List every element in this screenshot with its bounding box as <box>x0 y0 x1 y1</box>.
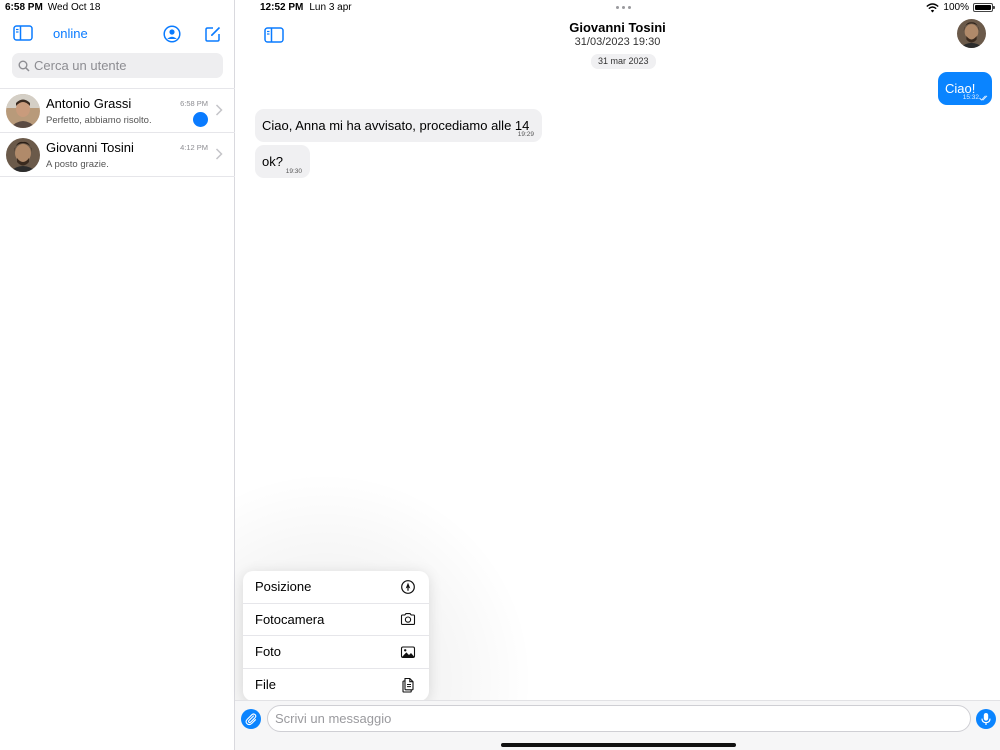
message-composer <box>235 700 1000 750</box>
conversation-list: Antonio Grassi Perfetto, abbiamo risolto… <box>0 88 235 177</box>
user-search <box>12 53 223 78</box>
chat-pane: 12:52 PM Lun 3 apr 100% Giovanni Tosini 3… <box>235 0 1000 750</box>
home-indicator[interactable] <box>501 743 736 747</box>
toggle-sidebar-button[interactable] <box>12 24 34 42</box>
online-status[interactable]: online <box>53 26 88 41</box>
camera-icon <box>400 613 416 626</box>
person-circle-icon <box>163 25 181 43</box>
status-time: 12:52 PM <box>260 2 304 13</box>
status-bar-left: 12:52 PM Lun 3 apr <box>260 2 352 13</box>
multitasking-dots-icon[interactable] <box>616 6 631 9</box>
photo-icon <box>400 646 416 658</box>
sidebar-toggle-icon <box>13 25 33 41</box>
conversation-preview: A posto grazie. <box>46 159 109 170</box>
file-icon <box>402 677 414 693</box>
message-bubble-incoming[interactable]: ok? 19:30 <box>255 145 310 178</box>
contact-name: Giovanni Tosini <box>569 20 666 35</box>
location-icon <box>401 579 415 594</box>
conversation-time: 4:12 PM <box>180 143 208 152</box>
status-date: Lun 3 apr <box>309 2 352 13</box>
voice-message-button[interactable] <box>976 709 996 729</box>
search-icon <box>18 60 30 72</box>
message-input[interactable] <box>267 705 971 732</box>
message-bubble-incoming[interactable]: Ciao, Anna mi ha avvisato, procediamo al… <box>255 109 542 142</box>
message-text: ok? <box>262 154 283 169</box>
avatar <box>6 138 40 172</box>
date-separator: 31 mar 2023 <box>591 54 656 69</box>
profile-button[interactable] <box>161 23 183 45</box>
sidebar: 6:58 PM Wed Oct 18 online Antonio Grassi … <box>0 0 235 750</box>
conversation-time: 6:58 PM <box>180 99 208 108</box>
status-date: Wed Oct 18 <box>47 2 101 13</box>
attach-file-item[interactable]: File <box>243 669 429 702</box>
chevron-right-icon <box>215 148 223 160</box>
compose-button[interactable] <box>202 23 224 45</box>
contact-avatar[interactable] <box>957 19 986 48</box>
status-bar-left: 6:58 PM Wed Oct 18 <box>5 2 100 13</box>
menu-item-label: Foto <box>255 644 282 660</box>
conversation-item[interactable]: Giovanni Tosini A posto grazie. 4:12 PM <box>0 133 235 177</box>
read-checkmark-icon <box>979 95 988 101</box>
message-time: 19:30 <box>285 168 302 175</box>
unread-badge <box>193 112 208 127</box>
battery-percentage: 100% <box>943 2 969 13</box>
chat-header: Giovanni Tosini 31/03/2023 19:30 <box>235 20 1000 48</box>
message-time: 15:32 <box>962 94 979 101</box>
conversation-preview: Perfetto, abbiamo risolto. <box>46 115 152 126</box>
search-input[interactable] <box>34 58 214 73</box>
sidebar-toolbar: online <box>0 22 235 46</box>
menu-item-label: Posizione <box>255 579 312 595</box>
conversation-item[interactable]: Antonio Grassi Perfetto, abbiamo risolto… <box>0 89 235 133</box>
avatar <box>6 94 40 128</box>
contact-last-seen: 31/03/2023 19:30 <box>574 36 661 48</box>
message-bubble-outgoing[interactable]: Ciao! 15:32 <box>938 72 992 105</box>
menu-item-label: File <box>255 677 276 693</box>
attachment-menu: Posizione Fotocamera Foto File <box>243 571 429 701</box>
status-bar-right: 100% <box>926 2 995 13</box>
conversation-name: Antonio Grassi <box>46 96 132 111</box>
attach-location-item[interactable]: Posizione <box>243 571 429 604</box>
paperclip-icon <box>245 713 257 726</box>
message-text: Ciao, Anna mi ha avvisato, procediamo al… <box>262 118 530 133</box>
menu-item-label: Fotocamera <box>255 611 325 627</box>
wifi-icon <box>926 2 940 12</box>
conversation-name: Giovanni Tosini <box>46 140 134 155</box>
attach-button[interactable] <box>241 709 261 729</box>
chevron-right-icon <box>215 104 223 116</box>
attach-camera-item[interactable]: Fotocamera <box>243 604 429 636</box>
message-time: 19:29 <box>517 131 534 138</box>
battery-icon <box>973 3 995 12</box>
compose-icon <box>205 26 221 42</box>
attach-photo-item[interactable]: Foto <box>243 636 429 669</box>
status-time: 6:58 PM <box>5 2 43 13</box>
microphone-icon <box>981 713 991 725</box>
